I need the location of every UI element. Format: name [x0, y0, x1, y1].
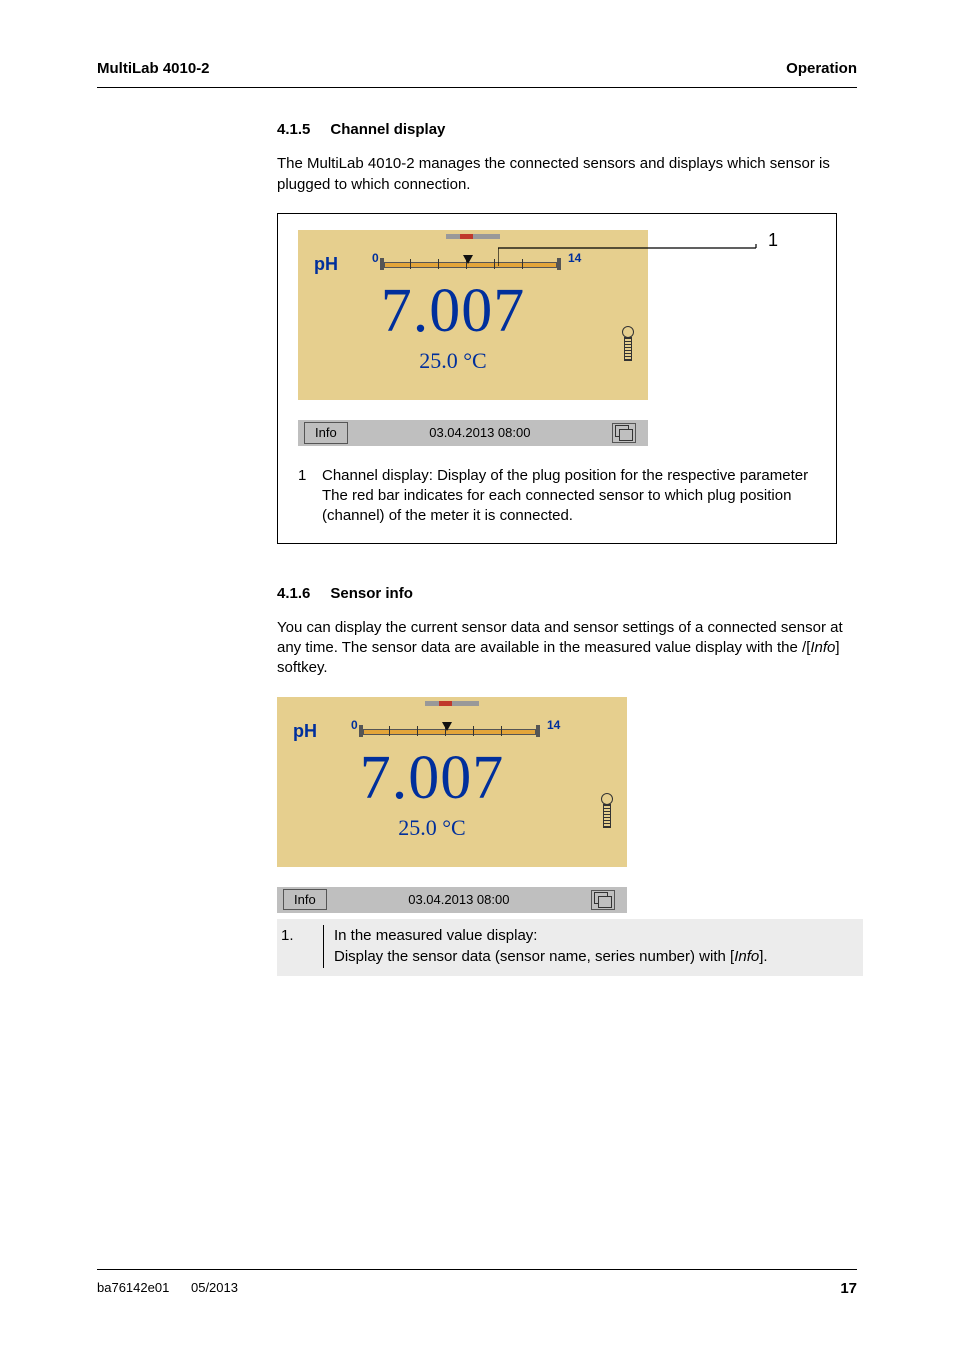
figure-box-channel-display: pH 0 14 7.007 [277, 213, 837, 544]
callout-number-1: 1 [768, 228, 778, 252]
section-number: 4.1.5 [277, 120, 310, 140]
status-bar: Info 03.04.2013 08:00 [277, 887, 627, 913]
channel-indicator-strip [446, 234, 500, 239]
t: You can display the current sensor data … [277, 619, 843, 656]
instrument-screen-2: pH 0 14 7.007 25.0 °C [277, 697, 627, 913]
t: Display the sensor data (sensor name, se… [334, 948, 734, 965]
measured-value: 7.007 [298, 270, 608, 354]
softkey-info[interactable]: Info [283, 889, 327, 911]
legend-1: 1 Channel display: Display of the plug p… [298, 466, 816, 527]
section-title: Channel display [330, 120, 445, 140]
temperature-value: 25.0 °C [277, 813, 587, 843]
temperature-value: 25.0 °C [298, 346, 608, 376]
footer-row: ba76142e01 05/2013 17 [97, 1280, 857, 1297]
rule-top [97, 87, 857, 88]
multiview-icon [591, 890, 615, 910]
softkey-info[interactable]: Info [304, 422, 348, 444]
sensor-icon [601, 793, 613, 827]
softkey-name: Info [734, 948, 759, 965]
rule-bottom [97, 1269, 857, 1270]
status-bar: Info 03.04.2013 08:00 [298, 420, 648, 446]
section-title: Sensor info [330, 584, 413, 604]
legend-text: Channel display: Display of the plug pos… [322, 466, 816, 527]
legend-number: 1 [298, 466, 310, 527]
doc-date: 05/2013 [191, 1280, 238, 1295]
scale-max: 14 [547, 717, 560, 733]
lcd-area: pH 0 14 7.007 25.0 °C [277, 697, 627, 867]
running-head: MultiLab 4010-2 Operation [97, 60, 857, 77]
sensor-icon [622, 326, 634, 360]
callout-1: 1 [648, 230, 803, 410]
multiview-icon [612, 423, 636, 443]
softkey-name: Info [810, 639, 835, 656]
datetime: 03.04.2013 08:00 [348, 424, 612, 442]
page-number: 17 [840, 1280, 857, 1297]
doc-id: ba76142e01 [97, 1280, 169, 1295]
t: In the measured value display: [334, 927, 537, 944]
para-415: The MultiLab 4010-2 manages the connecte… [277, 154, 857, 195]
step-1: 1. In the measured value display: Displa… [277, 919, 863, 977]
legend-line-1: Channel display: Display of the plug pos… [322, 467, 808, 484]
runhead-left: MultiLab 4010-2 [97, 60, 210, 77]
t: ]. [759, 948, 767, 965]
section-heading-415: 4.1.5 Channel display [277, 120, 857, 140]
leader-line-1 [498, 244, 760, 268]
measured-value: 7.007 [277, 737, 587, 821]
channel-indicator-strip [425, 701, 479, 706]
para-416: You can display the current sensor data … [277, 618, 857, 679]
datetime: 03.04.2013 08:00 [327, 891, 591, 909]
section-number: 4.1.6 [277, 584, 310, 604]
step-text: In the measured value display: Display t… [334, 925, 857, 969]
step-divider [323, 925, 324, 969]
section-heading-416: 4.1.6 Sensor info [277, 584, 857, 604]
legend-line-2: The red bar indicates for each connected… [322, 487, 791, 524]
footer-left: ba76142e01 05/2013 [97, 1280, 238, 1297]
step-number: 1. [277, 925, 323, 969]
runhead-right: Operation [786, 60, 857, 77]
